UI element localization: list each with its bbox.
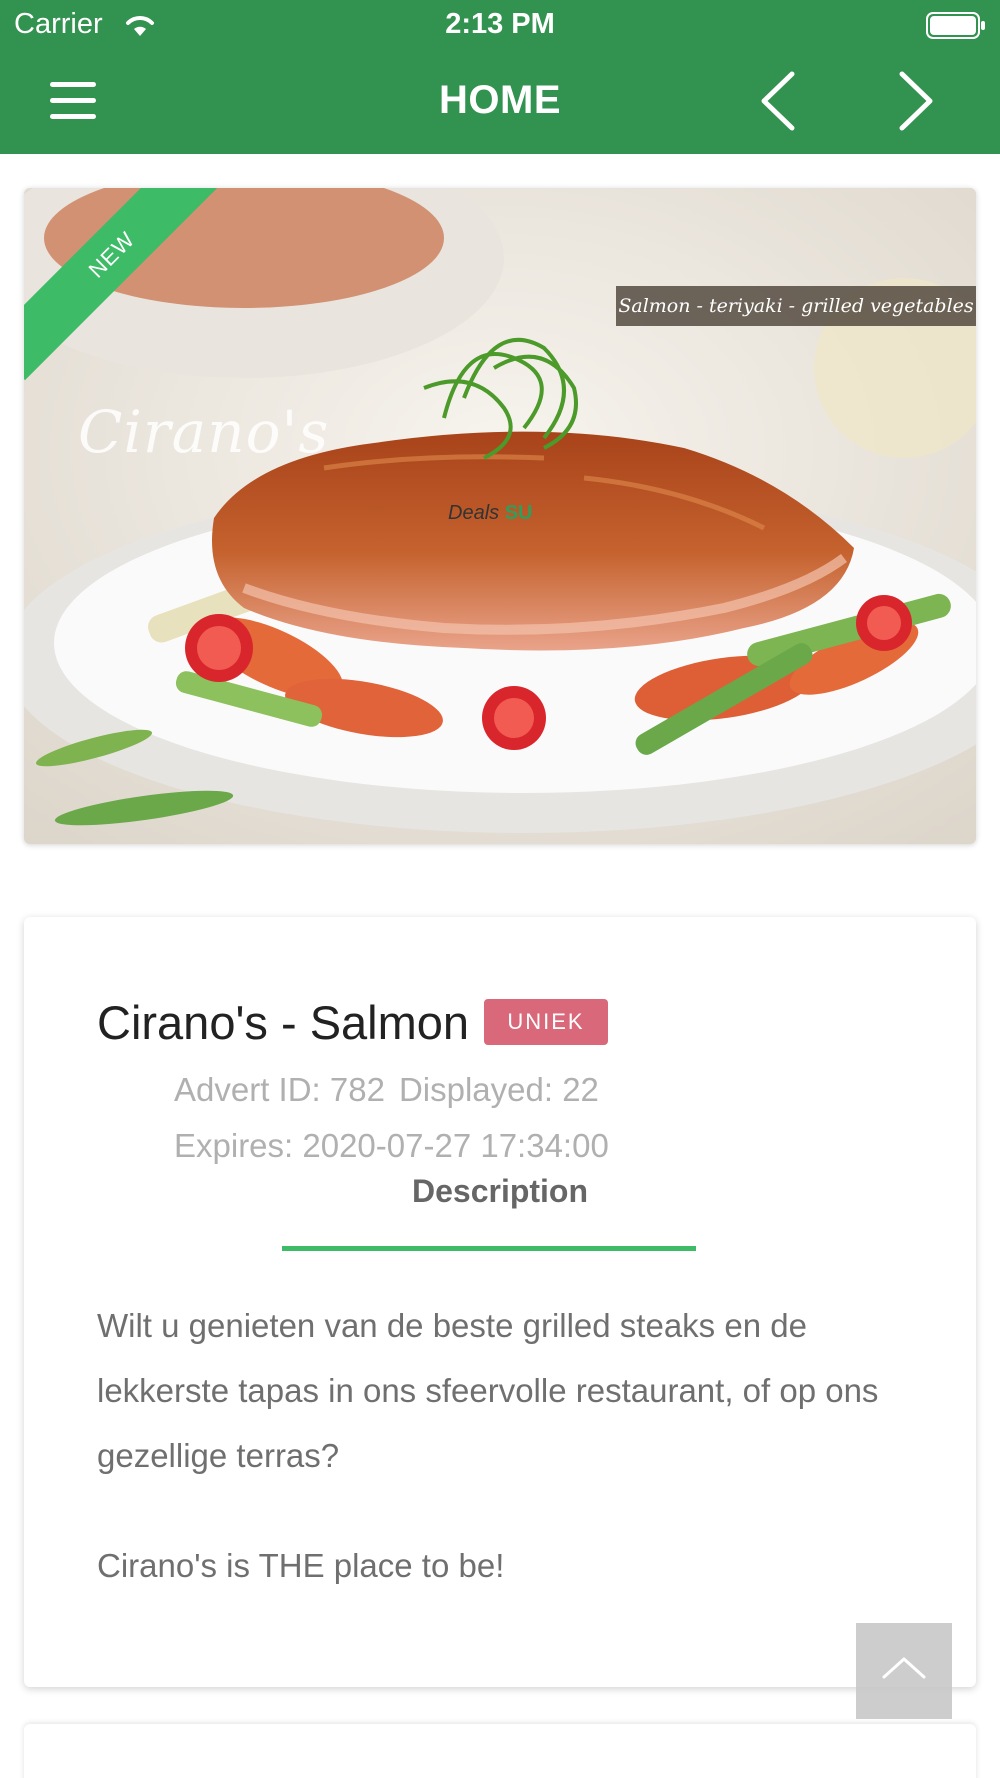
chevron-left-icon bbox=[761, 71, 795, 131]
battery-icon bbox=[926, 12, 985, 39]
next-button[interactable] bbox=[890, 68, 940, 134]
status-time: 2:13 PM bbox=[445, 8, 555, 40]
watermark-suffix: SU bbox=[504, 502, 533, 524]
advert-id: Advert ID: 782 bbox=[174, 1071, 385, 1108]
listing-image[interactable]: NEW Salmon - teriyaki - grilled vegetabl… bbox=[24, 188, 976, 844]
scroll-to-top-button[interactable] bbox=[856, 1623, 952, 1719]
chevron-up-icon bbox=[882, 1657, 926, 1679]
tab-description[interactable]: Description bbox=[24, 1173, 976, 1210]
chevron-right-icon bbox=[899, 71, 933, 131]
image-watermark: Deals SU bbox=[448, 502, 533, 525]
watermark-prefix: Deals bbox=[448, 502, 500, 524]
tab-active-indicator bbox=[282, 1246, 696, 1251]
image-caption: Salmon - teriyaki - grilled vegetables bbox=[616, 286, 976, 326]
app-header: Carrier 2:13 PM HOME bbox=[0, 0, 1000, 154]
displayed-count: Displayed: 22 bbox=[398, 1071, 599, 1108]
listing-details-card: Cirano's - Salmon UNIEK Advert ID: 782 Di… bbox=[24, 917, 976, 1687]
previous-button[interactable] bbox=[754, 68, 804, 134]
description-text: Wilt u genieten van de beste grilled ste… bbox=[97, 1307, 879, 1474]
expires-date: Expires: 2020-07-27 17:34:00 bbox=[174, 1127, 609, 1164]
brand-logo: Cirano's bbox=[78, 398, 330, 466]
listing-meta: Advert ID: 782 Displayed: 22 bbox=[174, 1071, 599, 1109]
listing-title: Cirano's - Salmon bbox=[97, 996, 470, 1049]
description-tagline: Cirano's is THE place to be! bbox=[97, 1547, 505, 1584]
page-title: HOME bbox=[439, 78, 561, 122]
status-bar: Carrier 2:13 PM bbox=[0, 0, 1000, 50]
next-listing-card[interactable] bbox=[24, 1724, 976, 1778]
status-badge: UNIEK bbox=[484, 999, 608, 1045]
